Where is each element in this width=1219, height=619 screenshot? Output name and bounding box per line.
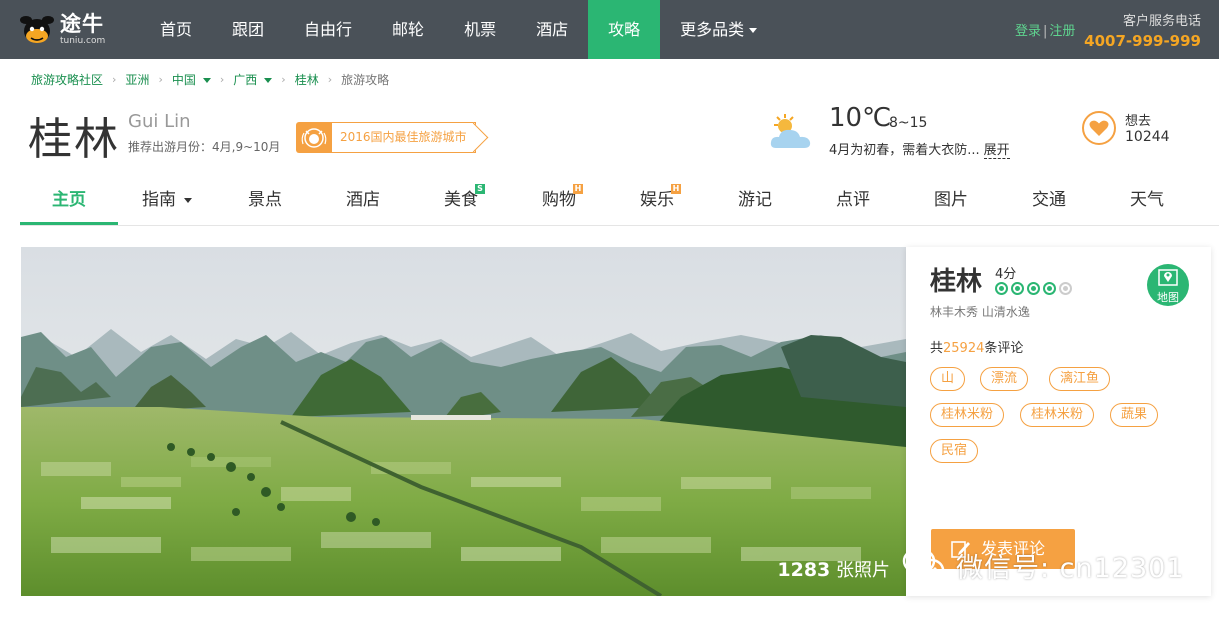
award-text: 2016国内最佳旅游城市 <box>340 130 467 144</box>
photo-count[interactable]: 1283 张照片 <box>777 556 890 582</box>
tab-attractions[interactable]: 景点 <box>216 176 314 225</box>
rating-dot-icon <box>1011 282 1024 295</box>
tab-badge: H <box>573 184 583 194</box>
service-phone: 4007-999-999 <box>1084 32 1201 50</box>
tab-hotels[interactable]: 酒店 <box>314 176 412 225</box>
chevron-right-icon: › <box>219 73 225 86</box>
rating-dot-icon <box>995 282 1008 295</box>
destination-tabs: 主页 指南 景点 酒店 美食 S 购物 H 娱乐 H 游记 点评 图片 交通 天气 <box>20 176 1219 226</box>
heart-icon[interactable] <box>1082 111 1116 145</box>
weather-temperature: 10℃ <box>829 103 892 133</box>
tab-badge: S <box>475 184 485 194</box>
destination-title: 桂林 <box>28 114 120 165</box>
landscape-image <box>21 247 906 596</box>
want-to-go-label[interactable]: 想去 <box>1125 110 1151 129</box>
watermark-text: 微信号: cn12301 <box>956 552 1185 584</box>
weather-range: 8~15 <box>889 115 928 131</box>
tab-guide[interactable]: 指南 <box>118 176 216 225</box>
tab-photos[interactable]: 图片 <box>902 176 1000 225</box>
nav-independent-travel[interactable]: 自由行 <box>284 0 372 59</box>
nav-flights[interactable]: 机票 <box>444 0 516 59</box>
cow-logo-icon <box>20 13 54 47</box>
tab-badge: H <box>671 184 681 194</box>
breadcrumb-china[interactable]: 中国 <box>172 71 211 88</box>
weather-expand-link[interactable]: 展开 <box>983 143 1010 159</box>
card-slogan: 林丰木秀 山清水逸 <box>930 305 1030 319</box>
wechat-watermark: 微信号: cn12301 <box>902 542 1185 588</box>
breadcrumb-guangxi[interactable]: 广西 <box>233 71 273 88</box>
tab-travelogues[interactable]: 游记 <box>706 176 804 225</box>
tag-chip[interactable]: 山 <box>930 367 966 391</box>
caret-down-icon <box>202 78 211 83</box>
breadcrumb-asia[interactable]: 亚洲 <box>125 71 149 88</box>
breadcrumb-current: 旅游攻略 <box>341 73 390 87</box>
card-title: 桂林 <box>930 267 983 297</box>
rating-dot-icon <box>1043 282 1056 295</box>
want-to-go-count: 10244 <box>1125 129 1170 145</box>
chevron-right-icon: › <box>158 73 163 86</box>
service-label: 客户服务电话 <box>1122 14 1201 29</box>
tag-chip[interactable]: 桂林米粉 <box>1020 403 1095 427</box>
register-link[interactable]: 注册 <box>1049 24 1075 39</box>
wechat-icon <box>902 545 946 585</box>
main-nav: 首页 跟团 自由行 邮轮 机票 酒店 攻略 更多品类 <box>140 0 777 59</box>
tag-chip[interactable]: 民宿 <box>930 439 979 463</box>
sun-cloud-icon <box>770 112 816 152</box>
login-links: 登录 | 注册 <box>1015 24 1076 39</box>
tag-chip[interactable]: 漓江鱼 <box>1049 367 1111 391</box>
review-count[interactable]: 共25924条评论 <box>930 337 1023 356</box>
login-link[interactable]: 登录 <box>1015 24 1041 39</box>
nav-group-tour[interactable]: 跟团 <box>212 0 284 59</box>
destination-title-en: Gui Lin <box>128 111 191 132</box>
nav-hotels[interactable]: 酒店 <box>516 0 588 59</box>
tab-weather[interactable]: 天气 <box>1098 176 1196 225</box>
tag-chip[interactable]: 蔬果 <box>1110 403 1159 427</box>
nav-more-categories[interactable]: 更多品类 <box>660 0 777 59</box>
tag-chip[interactable]: 桂林米粉 <box>930 403 1005 427</box>
nav-guides[interactable]: 攻略 <box>588 0 661 59</box>
award-cow-icon <box>296 122 332 153</box>
tab-entertainment[interactable]: 娱乐 H <box>608 176 706 225</box>
caret-down-icon <box>264 78 273 83</box>
chevron-right-icon: › <box>281 73 286 86</box>
map-button[interactable]: 地图 <box>1147 264 1189 306</box>
top-navbar: 途牛 tuniu.com 首页 跟团 自由行 邮轮 机票 酒店 攻略 更多品类 … <box>0 0 1219 59</box>
nav-cruise[interactable]: 邮轮 <box>372 0 444 59</box>
nav-home[interactable]: 首页 <box>140 0 212 59</box>
award-badge[interactable]: 2016国内最佳旅游城市 <box>296 122 488 153</box>
logo-domain: tuniu.com <box>60 36 106 46</box>
hero-photo[interactable]: 1283 张照片 <box>21 247 906 596</box>
rating-dot-empty-icon <box>1059 282 1072 295</box>
customer-service: 客户服务电话 4007-999-999 <box>1084 10 1201 50</box>
chevron-right-icon: › <box>327 73 333 86</box>
rating-dot-icon <box>1027 282 1040 295</box>
weather-description: 4月为初春，需着大衣防... 展开 <box>829 143 1010 159</box>
rating-score: 4分 <box>995 267 1017 282</box>
tab-food[interactable]: 美食 S <box>412 176 510 225</box>
breadcrumb: 旅游攻略社区 › 亚洲 › 中国 › 广西 › 桂林 › 旅游攻略 <box>31 71 389 88</box>
breadcrumb-guilin[interactable]: 桂林 <box>295 71 319 88</box>
rating-stars <box>995 282 1075 295</box>
tab-home[interactable]: 主页 <box>20 176 118 225</box>
logo[interactable]: 途牛 tuniu.com <box>20 10 105 50</box>
best-travel-months: 推荐出游月份：4月,9~10月 <box>128 140 281 154</box>
chevron-down-icon <box>184 197 192 203</box>
chevron-right-icon: › <box>112 73 117 86</box>
breadcrumb-community[interactable]: 旅游攻略社区 <box>31 71 103 88</box>
logo-name: 途牛 <box>60 12 104 36</box>
tab-transport[interactable]: 交通 <box>1000 176 1098 225</box>
map-pin-icon <box>1158 269 1178 286</box>
tab-shopping[interactable]: 购物 H <box>510 176 608 225</box>
tab-reviews[interactable]: 点评 <box>804 176 902 225</box>
chevron-down-icon <box>749 28 758 33</box>
tag-chip[interactable]: 漂流 <box>980 367 1029 391</box>
